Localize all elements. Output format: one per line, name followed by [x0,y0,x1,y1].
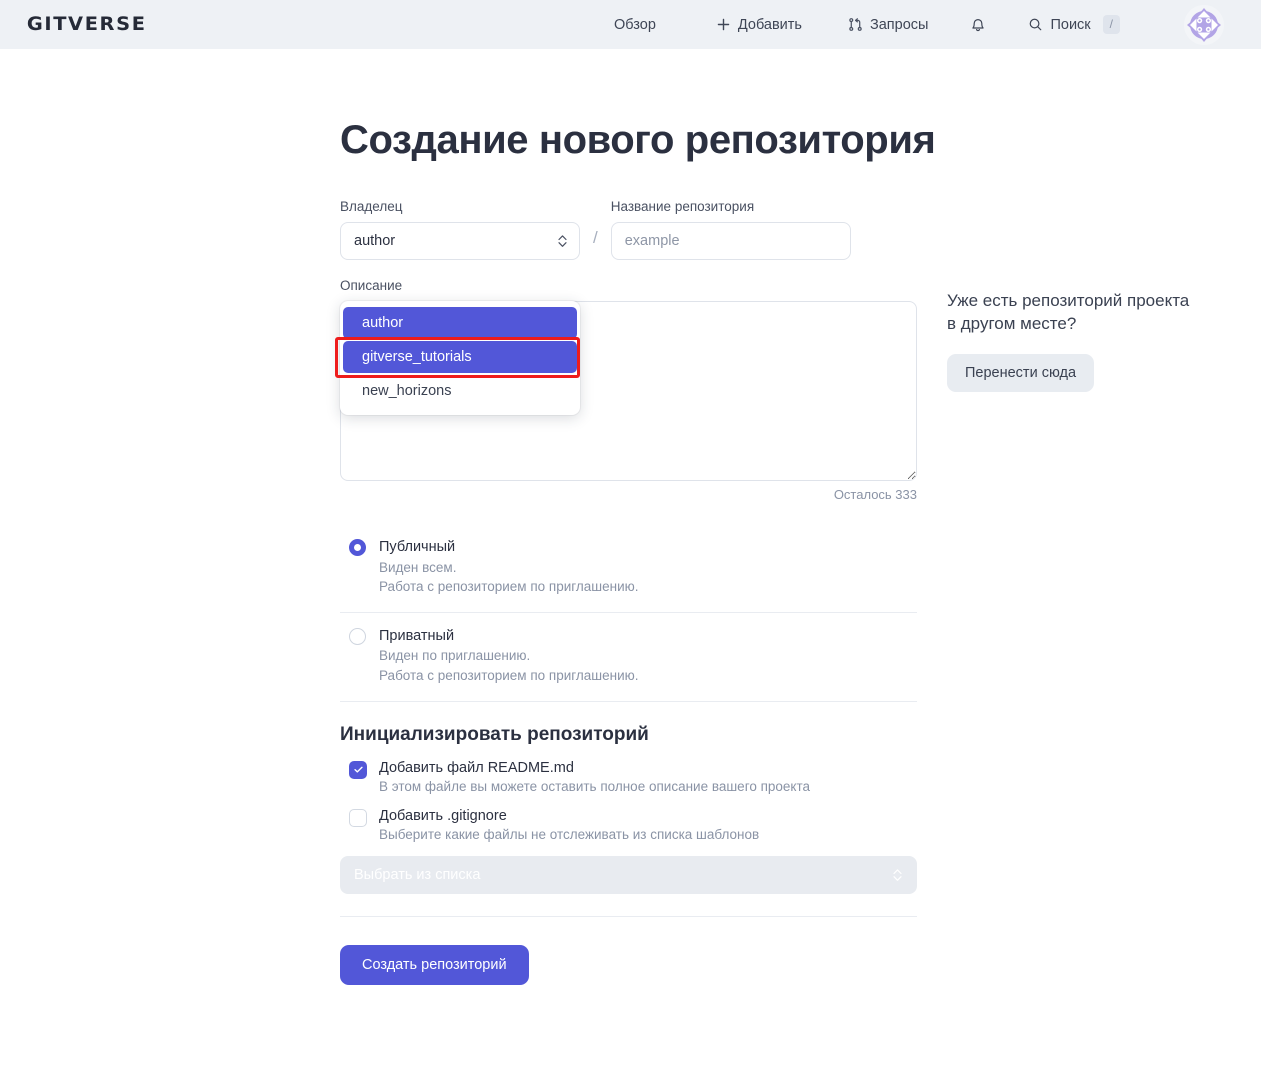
initialize-repository-section: Инициализировать репозиторий Добавить фа… [340,724,917,894]
owner-dropdown-option-author[interactable]: author [343,307,577,339]
owner-select-wrap: author [340,222,580,260]
avatar[interactable] [1184,5,1224,45]
checkbox-readme[interactable] [349,760,367,779]
radio-public[interactable] [349,539,366,556]
repo-name-input[interactable] [610,222,851,260]
nav-item-search[interactable]: Поиск / [1018,9,1130,40]
owner-name-row: Владелец author / Название репозитория [340,199,917,260]
visibility-public-title: Публичный [379,539,456,555]
import-repository-button[interactable]: Перенести сюда [947,353,1095,392]
search-icon [1028,17,1043,32]
nav-item-notifications[interactable] [960,11,996,39]
visibility-private-texts: Приватный Виден по приглашению. Работа с… [379,626,639,685]
check-icon [353,766,363,773]
repo-name-field-group: Название репозитория [610,199,851,260]
chevron-updown-icon-disabled [892,867,903,882]
nav-item-requests[interactable]: Запросы [838,11,938,39]
checkbox-row-gitignore[interactable]: Добавить .gitignore Выберите какие файлы… [340,808,917,842]
gitverse-logo[interactable]: GITVERSE [27,13,147,35]
visibility-private-line2: Работа с репозиторием по приглашению. [379,667,639,683]
radio-private[interactable] [349,627,366,645]
checkbox-gitignore[interactable] [349,808,367,827]
owner-dropdown-option-new-horizons[interactable]: new_horizons [343,375,577,407]
readme-title: Добавить файл README.md [379,759,574,776]
readme-texts: Добавить файл README.md В этом файле вы … [379,760,810,794]
nav-label-requests: Запросы [869,16,929,33]
owner-field-group: Владелец author [340,199,580,260]
import-aside-text: Уже есть репозиторий проекта в другом ме… [947,291,1190,334]
create-repository-form: Создание нового репозитория Владелец aut… [335,117,936,985]
nav-item-overview[interactable]: Обзор [608,11,666,39]
description-counter: Осталось 333 [833,487,917,502]
header-nav: Обзор Добавить Запросы Поиск / [608,0,1130,49]
visibility-public-line2: Работа с репозиторием по приглашению. [379,578,639,594]
readme-subtitle: В этом файле вы можете оставить полное о… [379,778,811,794]
nav-label-search: Поиск [1050,16,1091,33]
path-separator: / [593,228,598,247]
visibility-divider [340,700,917,702]
gitignore-title: Добавить .gitignore [379,807,507,824]
visibility-private-line1: Виден по приглашению. [379,648,531,664]
gitignore-subtitle: Выберите какие файлы не отслеживать из с… [379,826,760,842]
create-repository-button[interactable]: Создать репозиторий [340,944,529,985]
owner-label: Владелец [340,199,403,214]
owner-select[interactable]: author [340,222,580,260]
repo-name-label: Название репозитория [610,199,755,214]
owner-dropdown-menu[interactable]: author gitverse_tutorials new_horizons [335,301,580,415]
import-repository-aside: Уже есть репозиторий проекта в другом ме… [947,289,1197,392]
visibility-option-private[interactable]: Приватный Виден по приглашению. Работа с… [340,611,917,701]
visibility-public-line1: Виден всем. [379,559,457,575]
top-navigation-bar: GITVERSE Обзор Добавить Запросы Поиск / [0,0,1261,49]
gitignore-template-select: Выбрать из списка [340,855,917,894]
search-shortcut-key: / [1102,14,1120,35]
nav-item-add[interactable]: Добавить [706,11,812,39]
visibility-group: Публичный Виден всем. Работа с репозитор… [340,524,917,702]
gitignore-texts: Добавить .gitignore Выберите какие файлы… [379,808,759,842]
visibility-public-texts: Публичный Виден всем. Работа с репозитор… [379,537,639,596]
form-bottom-divider [340,915,917,917]
nav-label-add: Добавить [737,16,802,33]
checkbox-row-readme[interactable]: Добавить файл README.md В этом файле вы … [340,760,917,794]
initialize-title: Инициализировать репозиторий [340,723,649,745]
owner-dropdown-option-gitverse-tutorials[interactable]: gitverse_tutorials [343,341,577,373]
visibility-option-public[interactable]: Публичный Виден всем. Работа с репозитор… [340,524,917,612]
page-title: Создание нового репозитория [340,118,936,162]
description-label: Описание [340,278,403,293]
nav-label-overview: Обзор [614,16,656,33]
plus-icon [716,17,731,32]
visibility-private-title: Приватный [379,627,455,644]
gitignore-template-placeholder: Выбрать из списка [354,866,481,883]
avatar-identicon [1184,5,1224,45]
bell-icon [970,17,986,33]
pull-request-icon [848,17,863,32]
